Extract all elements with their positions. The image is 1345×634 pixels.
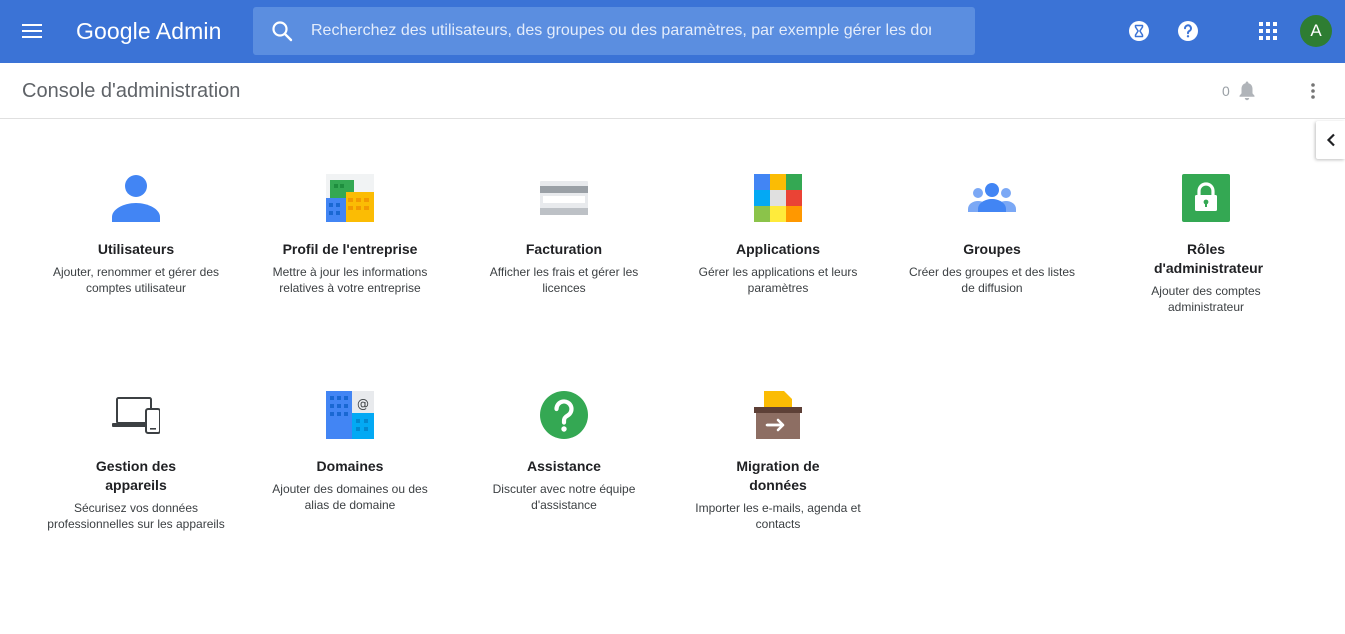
main-menu-button[interactable] [14, 13, 50, 49]
page-title: Console d'administration [22, 80, 241, 102]
user-icon [112, 175, 160, 222]
google-admin-logo[interactable]: Google Admin [76, 16, 221, 46]
timer-button[interactable] [1125, 17, 1153, 45]
tile-title: Groupes [963, 241, 1021, 257]
collapse-panel-button[interactable] [1316, 121, 1345, 159]
hamburger-menu-icon [22, 24, 42, 38]
apps-grid-icon [754, 174, 802, 222]
tile-title: Facturation [525, 241, 603, 257]
migration-box-icon [754, 391, 802, 439]
tile-description: Ajouter, renommer et gérer des comptes u… [52, 265, 220, 295]
tile-title: Domaines [316, 458, 384, 474]
help-icon [1178, 21, 1198, 41]
tile-description: Sécurisez vos données professionnelles s… [47, 501, 225, 531]
lock-icon [1182, 174, 1230, 222]
tile-description: Ajouter des domaines ou des alias de dom… [272, 482, 428, 512]
svg-text:@: @ [357, 397, 369, 411]
tile-title: Gestion des appareils [95, 458, 177, 493]
search-input[interactable] [311, 7, 931, 55]
tile-title: Applications [735, 241, 820, 257]
more-options-button[interactable] [1301, 79, 1325, 103]
search-icon [272, 21, 293, 42]
group-icon [968, 183, 1016, 212]
logo-admin-text: Admin [155, 18, 222, 44]
apps-grid-launcher-icon [1259, 22, 1277, 40]
company-buildings-icon [326, 174, 374, 222]
tile-description: Gérer les applications et leurs paramètr… [698, 265, 858, 295]
tile-description: Importer les e-mails, agenda et contacts [695, 501, 861, 531]
help-circle-icon [540, 391, 588, 439]
tile-description: Mettre à jour les informations relatives… [272, 265, 428, 295]
chevron-left-icon [1326, 133, 1335, 147]
domain-building-icon: @ [326, 391, 374, 439]
tile-title: Assistance [527, 458, 601, 474]
bell-icon[interactable] [1236, 80, 1258, 102]
credit-card-icon [540, 181, 588, 215]
help-button[interactable] [1174, 17, 1202, 45]
tile-description: Ajouter des comptes administrateur [1151, 284, 1261, 314]
hourglass-icon [1129, 21, 1149, 41]
tile-description: Discuter avec notre équipe d'assistance [492, 482, 636, 512]
devices-icon [112, 397, 160, 434]
page-header: Console d'administration 0 [0, 63, 1345, 119]
logo-google-text: Google [76, 18, 151, 44]
tile-description: Afficher les frais et gérer les licences [489, 265, 639, 295]
tile-title: Rôles d'administrateur [1154, 241, 1264, 276]
more-vert-icon [1311, 83, 1315, 99]
tile-description: Créer des groupes et des listes de diffu… [908, 265, 1076, 295]
notification-count: 0 [1222, 83, 1230, 99]
tile-title: Profil de l'entreprise [282, 241, 418, 257]
top-app-bar: GoogleAdmin A [0, 0, 1345, 63]
tile-title: Migration de données [736, 458, 820, 493]
tile-title: Utilisateurs [97, 241, 175, 257]
apps-launcher-button[interactable] [1254, 17, 1282, 45]
search-bar[interactable] [253, 7, 975, 55]
account-avatar[interactable]: A [1300, 15, 1332, 47]
